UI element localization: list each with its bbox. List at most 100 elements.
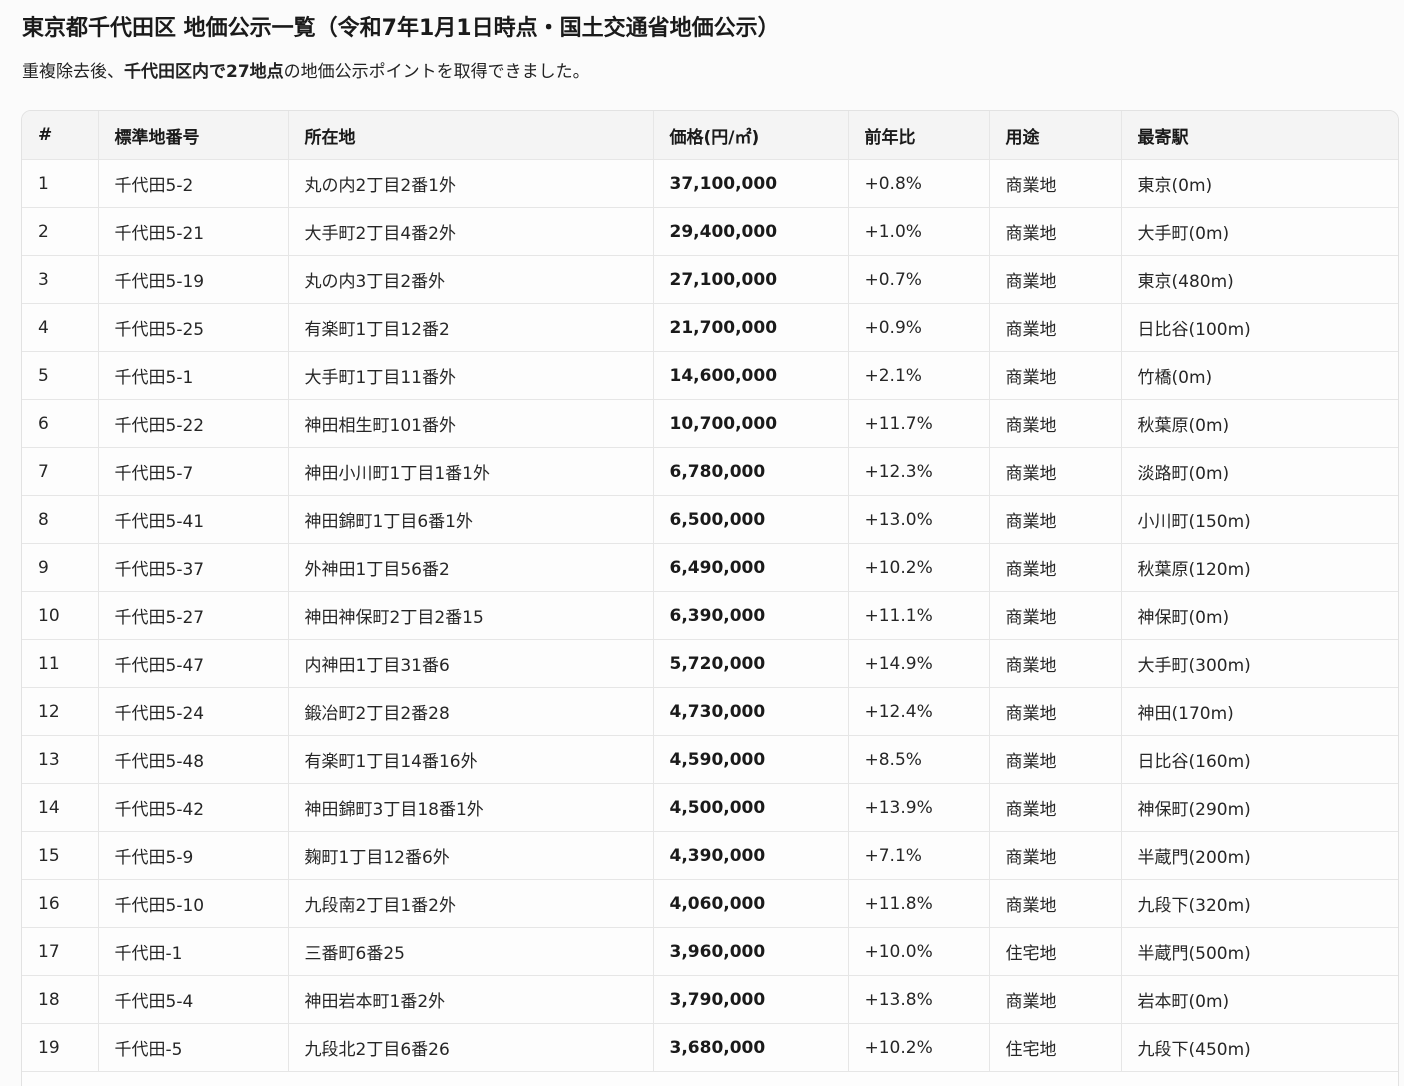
- cell-price: 21,700,000: [653, 303, 849, 352]
- cell-yoy-change: +2.1%: [848, 351, 990, 400]
- cell-standard-number: 千代田5-4: [98, 975, 289, 1024]
- cell-standard-number: 千代田5-7: [98, 447, 289, 496]
- header-standard-number: 標準地番号: [98, 111, 289, 160]
- header-location: 所在地: [288, 111, 654, 160]
- table-row: 3 千代田5-19 丸の内3丁目2番外 27,100,000 +0.7% 商業地 東京(48…: [22, 255, 1398, 304]
- cell-nearest-station: 竹橋(0m): [1121, 351, 1398, 400]
- cell-price: 4,060,000: [653, 879, 849, 928]
- page: 東京都千代田区 地価公示一覧（令和7年1月1日時点・国土交通省地価公示） 重複除…: [0, 0, 1404, 1086]
- cell-price: 3,790,000: [653, 975, 849, 1024]
- cell-yoy-change: +14.9%: [848, 639, 990, 688]
- cell-yoy-change: +8.5%: [848, 735, 990, 784]
- cell-usage: 商業地: [989, 543, 1122, 592]
- table-row: 18 千代田5-4 神田岩本町1番2外 3,790,000 +13.8% 商業地 岩本町(0…: [22, 975, 1398, 1024]
- table-row: 19 千代田-5 九段北2丁目6番26 3,680,000 +10.2% 住宅地 九段下(4…: [22, 1023, 1398, 1072]
- cell-usage: 商業地: [989, 207, 1122, 256]
- cell-index: 11: [22, 639, 99, 688]
- cell-index: 1: [22, 159, 99, 208]
- cell-price: 4,730,000: [653, 687, 849, 736]
- cell-usage: 商業地: [989, 303, 1122, 352]
- cell-nearest-station: 大手町(300m): [1121, 639, 1398, 688]
- table-row: 6 千代田5-22 神田相生町101番外 10,700,000 +11.7% 商業地 秋葉原…: [22, 399, 1398, 448]
- cell-yoy-change: +0.8%: [848, 159, 990, 208]
- header-yoy-change: 前年比: [848, 111, 990, 160]
- cell-yoy-change: +13.0%: [848, 495, 990, 544]
- cell-usage: 商業地: [989, 447, 1122, 496]
- cell-usage: 商業地: [989, 687, 1122, 736]
- cell-standard-number: 千代田5-25: [98, 303, 289, 352]
- table-row: 10 千代田5-27 神田神保町2丁目2番15 6,390,000 +11.1% 商業地神…: [22, 591, 1398, 640]
- cell-location: 神田神保町2丁目2番15: [288, 591, 654, 640]
- cell-price: 4,590,000: [653, 735, 849, 784]
- cell-standard-number: 千代田-5: [98, 1023, 289, 1072]
- cell-price: 14,600,000: [653, 351, 849, 400]
- cell-price: 4,390,000: [653, 831, 849, 880]
- cell-nearest-station: 小川町(150m): [1121, 495, 1398, 544]
- table-row: 1 千代田5-2 丸の内2丁目2番1外 37,100,000 +0.8% 商業地 東京(0m…: [22, 159, 1398, 208]
- cell-usage: 商業地: [989, 399, 1122, 448]
- cell-price: 10,700,000: [653, 399, 849, 448]
- cell-nearest-station: 半蔵門(200m): [1121, 831, 1398, 880]
- cell-index: 13: [22, 735, 99, 784]
- table-body: 1 千代田5-2 丸の内2丁目2番1外 37,100,000 +0.8% 商業地 東京(0m…: [22, 159, 1398, 1072]
- cell-standard-number: 千代田5-10: [98, 879, 289, 928]
- table-row: 9 千代田5-37 外神田1丁目56番2 6,490,000 +10.2% 商業地 秋葉原(…: [22, 543, 1398, 592]
- cell-index: 16: [22, 879, 99, 928]
- summary-highlight: 千代田区内で27地点: [124, 62, 284, 82]
- cell-location: 有楽町1丁目14番16外: [288, 735, 654, 784]
- cell-index: 5: [22, 351, 99, 400]
- cell-location: 神田小川町1丁目1番1外: [288, 447, 654, 496]
- cell-location: 麹町1丁目12番6外: [288, 831, 654, 880]
- cell-nearest-station: 岩本町(0m): [1121, 975, 1398, 1024]
- cell-usage: 商業地: [989, 879, 1122, 928]
- cell-nearest-station: 秋葉原(120m): [1121, 543, 1398, 592]
- table-row: 12 千代田5-24 鍛冶町2丁目2番28 4,730,000 +12.4% 商業地 神田(…: [22, 687, 1398, 736]
- cell-index: 2: [22, 207, 99, 256]
- cell-yoy-change: +10.2%: [848, 1023, 990, 1072]
- cell-yoy-change: +12.3%: [848, 447, 990, 496]
- cell-nearest-station: 日比谷(100m): [1121, 303, 1398, 352]
- cell-location: 有楽町1丁目12番2: [288, 303, 654, 352]
- cell-nearest-station: 日比谷(160m): [1121, 735, 1398, 784]
- table-row: 17 千代田-1 三番町6番25 3,960,000 +10.0% 住宅地 半蔵門(500m…: [22, 927, 1398, 976]
- cell-usage: 商業地: [989, 735, 1122, 784]
- cell-usage: 商業地: [989, 351, 1122, 400]
- cell-price: 5,720,000: [653, 639, 849, 688]
- cell-standard-number: 千代田5-41: [98, 495, 289, 544]
- header-nearest-station: 最寄駅: [1121, 111, 1398, 160]
- cell-usage: 商業地: [989, 975, 1122, 1024]
- cell-location: 九段南2丁目1番2外: [288, 879, 654, 928]
- cell-price: 27,100,000: [653, 255, 849, 304]
- cell-nearest-station: 神保町(290m): [1121, 783, 1398, 832]
- cell-nearest-station: 九段下(320m): [1121, 879, 1398, 928]
- cell-standard-number: 千代田-1: [98, 927, 289, 976]
- cell-yoy-change: +11.1%: [848, 591, 990, 640]
- cell-nearest-station: 東京(0m): [1121, 159, 1398, 208]
- cell-location: 丸の内3丁目2番外: [288, 255, 654, 304]
- cell-price: 6,390,000: [653, 591, 849, 640]
- cell-standard-number: 千代田5-27: [98, 591, 289, 640]
- cell-standard-number: 千代田5-42: [98, 783, 289, 832]
- table-row: 15 千代田5-9 麹町1丁目12番6外 4,390,000 +7.1% 商業地 半蔵門(2…: [22, 831, 1398, 880]
- cell-index: 7: [22, 447, 99, 496]
- table-row: 5 千代田5-1 大手町1丁目11番外 14,600,000 +2.1% 商業地 竹橋(0m…: [22, 351, 1398, 400]
- cell-index: 3: [22, 255, 99, 304]
- table-row: 8 千代田5-41 神田錦町1丁目6番1外 6,500,000 +13.0% 商業地 小川町…: [22, 495, 1398, 544]
- cell-price: 3,960,000: [653, 927, 849, 976]
- cell-yoy-change: +13.8%: [848, 975, 990, 1024]
- header-price: 価格(円/㎡): [653, 111, 849, 160]
- summary-prefix: 重複除去後、: [22, 62, 124, 82]
- cell-location: 大手町2丁目4番2外: [288, 207, 654, 256]
- cell-yoy-change: +10.2%: [848, 543, 990, 592]
- cell-standard-number: 千代田5-1: [98, 351, 289, 400]
- table-row: 16 千代田5-10 九段南2丁目1番2外 4,060,000 +11.8% 商業地 九段下…: [22, 879, 1398, 928]
- cell-location: 神田相生町101番外: [288, 399, 654, 448]
- cell-standard-number: 千代田5-19: [98, 255, 289, 304]
- cell-location: 鍛冶町2丁目2番28: [288, 687, 654, 736]
- cell-location: 三番町6番25: [288, 927, 654, 976]
- cell-standard-number: 千代田5-9: [98, 831, 289, 880]
- cell-yoy-change: +10.0%: [848, 927, 990, 976]
- cell-usage: 住宅地: [989, 927, 1122, 976]
- cell-usage: 商業地: [989, 495, 1122, 544]
- cell-location: 神田錦町1丁目6番1外: [288, 495, 654, 544]
